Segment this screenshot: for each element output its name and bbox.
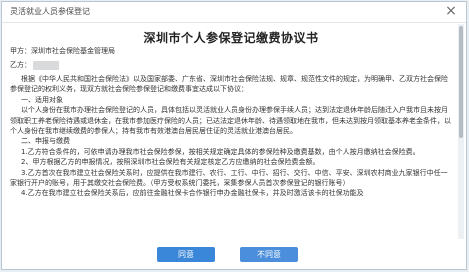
section-heading-scope: 一、适用对象 <box>21 95 63 104</box>
party-a-line: 甲方：深圳市社会保险基金管理局 <box>10 47 115 55</box>
agree-button[interactable]: 同意 <box>157 247 215 262</box>
paragraph-scope: 以个人身份在我市办理社会保险登记的人员，具体包括以灵活就业人员身份办理参保手续人… <box>10 106 451 136</box>
paragraph-clause-2: 2、甲方根据乙方的申报情况，按照深圳市社会保险有关规定核定乙方应缴纳的社会保险费… <box>21 158 320 167</box>
dialog-titlebar: 灵活就业人员参保登记 × <box>2 2 466 23</box>
scrollbar-thumb[interactable] <box>459 26 463 138</box>
close-icon[interactable]: × <box>444 4 458 18</box>
dialog-footer: 同意 不同意 <box>2 241 466 269</box>
dialog-title: 灵活就业人员参保登记 <box>10 7 90 16</box>
vertical-scrollbar[interactable] <box>458 24 464 239</box>
paragraph-intro: 根据《中华人民共和国社会保险法》以及国家部委、广东省、深圳市社会保险法规、规章、… <box>10 75 448 94</box>
party-b-label: 乙方： <box>10 61 31 69</box>
paragraph-clause-1: 1.乙方符合条件的，可依申请办理我市社会保险参保，按相关规定确定具体的参保险种及… <box>21 147 420 156</box>
party-b-line: 乙方： <box>10 60 59 70</box>
section-heading-declaration: 二、申报与缴费 <box>21 137 70 146</box>
agreement-dialog: 灵活就业人员参保登记 × 深圳市个人参保登记缴费协议书 甲方：深圳市社会保险基金… <box>1 1 467 270</box>
paragraph-clause-3: 3.乙方首次在我市建立社会保险关系时，应提供在我市建行、农行、工行、中行、招行、… <box>10 168 448 188</box>
agreement-content: 深圳市个人参保登记缴费协议书 甲方：深圳市社会保险基金管理局 乙方： 根据《中华… <box>8 24 454 241</box>
document-title: 深圳市个人参保登记缴费协议书 <box>143 31 319 45</box>
disagree-button[interactable]: 不同意 <box>240 247 298 262</box>
paragraph-clause-4: 4.乙方在我市建立社会保险关系后，应前往金融社保卡合作银行申办金融社保卡，并及时… <box>21 189 364 198</box>
redacted-name <box>33 60 59 70</box>
agreement-body: 根据《中华人民共和国社会保险法》以及国家部委、广东省、深圳市社会保险法规、规章、… <box>10 74 454 199</box>
